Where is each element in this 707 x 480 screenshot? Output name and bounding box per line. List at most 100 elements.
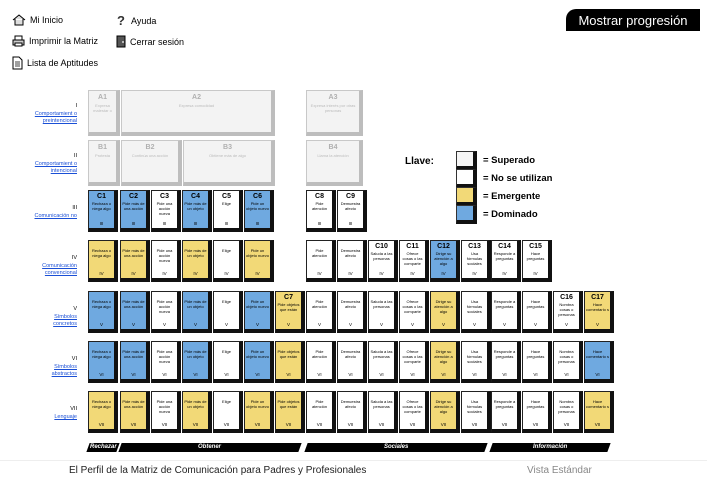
matrix-cell-c6-vi[interactable]: Pide un objeto nuevo VI bbox=[244, 341, 274, 383]
matrix-cell-c7-v[interactable]: C7 Pide objetos que están V bbox=[275, 291, 305, 333]
matrix-cell-c6-iii[interactable]: C6 Pide un objeto nuevo III bbox=[244, 190, 274, 232]
skills-list-link[interactable]: Lista de Aptitudes bbox=[12, 56, 98, 70]
help-link[interactable]: ? Ayuda bbox=[116, 14, 156, 27]
level-2-label[interactable]: Comportamient o intencional bbox=[35, 161, 77, 174]
show-progression-button[interactable]: Mostrar progresión bbox=[566, 9, 700, 31]
matrix-cell-c12-vi[interactable]: Dirige su atención a algo VI bbox=[430, 341, 460, 383]
matrix-cell-c11-iv[interactable]: C11 Ofrece cosas o las comparte IV bbox=[399, 240, 429, 282]
ghost-cell-b1[interactable]: B1 Protesta bbox=[88, 140, 120, 186]
matrix-cell-c15-v[interactable]: Hace preguntas V bbox=[522, 291, 552, 333]
matrix-cell-c14-iv[interactable]: C14 Responde a preguntas IV bbox=[491, 240, 521, 282]
matrix-cell-c13-vii[interactable]: Usa fórmulas sociales VII bbox=[461, 391, 491, 433]
matrix-cell-c12-vii[interactable]: Dirige su atención a algo VII bbox=[430, 391, 460, 433]
matrix-cell-c9-vi[interactable]: Demuestra afecto VI bbox=[337, 341, 367, 383]
matrix-cell-c5-vii[interactable]: Elige VII bbox=[213, 391, 243, 433]
matrix-cell-c14-vi[interactable]: Responde a preguntas VI bbox=[491, 341, 521, 383]
level-5-link[interactable]: V Símbolos concretos bbox=[33, 306, 77, 328]
logout-link[interactable]: Cerrar sesión bbox=[116, 35, 184, 48]
level-3-link[interactable]: III Comunicación no bbox=[33, 205, 78, 220]
matrix-cell-c12-v[interactable]: Dirige su atención a algo V bbox=[430, 291, 460, 333]
matrix-cell-c10-vi[interactable]: Saluda a las personas VI bbox=[368, 341, 398, 383]
matrix-cell-c4-iii[interactable]: C4 Pide más de un objeto III bbox=[182, 190, 212, 232]
matrix-cell-c4-iv[interactable]: Pide más de un objeto IV bbox=[182, 240, 212, 282]
level-1-link[interactable]: I Comportamient o preintencional bbox=[33, 103, 77, 125]
matrix-cell-c13-vi[interactable]: Usa fórmulas sociales VI bbox=[461, 341, 491, 383]
ghost-cell-a3[interactable]: A3 Expresa interés por otras personas bbox=[306, 90, 363, 136]
matrix-cell-c9-v[interactable]: Demuestra afecto V bbox=[337, 291, 367, 333]
print-matrix-link[interactable]: Imprimir la Matriz bbox=[12, 35, 98, 47]
matrix-cell-c10-iv[interactable]: C10 Saluda a las personas IV bbox=[368, 240, 398, 282]
matrix-cell-c8-iii[interactable]: C8 Pide atención III bbox=[306, 190, 336, 232]
matrix-cell-c2-iv[interactable]: Pide más de una acción IV bbox=[120, 240, 150, 282]
level-6-link[interactable]: VI Símbolos abstractos bbox=[33, 356, 77, 378]
matrix-cell-c5-iii[interactable]: C5 Elige III bbox=[213, 190, 243, 232]
ghost-cell-a1[interactable]: A1 Expresa malestar o bbox=[88, 90, 120, 136]
matrix-cell-c3-iv[interactable]: Pide una acción nueva IV bbox=[151, 240, 181, 282]
ghost-cell-b2[interactable]: B2 Continúa una acción bbox=[121, 140, 182, 186]
level-2-link[interactable]: II Comportamient o intencional bbox=[33, 153, 77, 175]
standard-view-link[interactable]: Vista Estándar bbox=[527, 465, 592, 476]
matrix-cell-c8-vii[interactable]: Pide atención VII bbox=[306, 391, 336, 433]
matrix-cell-c3-v[interactable]: Pide una acción nueva V bbox=[151, 291, 181, 333]
matrix-cell-c6-vii[interactable]: Pide un objeto nuevo VII bbox=[244, 391, 274, 433]
matrix-cell-c1-v[interactable]: Rechaza o niega algo V bbox=[88, 291, 118, 333]
matrix-cell-c5-v[interactable]: Elige V bbox=[213, 291, 243, 333]
matrix-cell-c11-vii[interactable]: Ofrece cosas o las comparte VII bbox=[399, 391, 429, 433]
matrix-cell-c14-vii[interactable]: Responde a preguntas VII bbox=[491, 391, 521, 433]
home-link[interactable]: Mi Inicio bbox=[12, 14, 63, 26]
level-3-label[interactable]: Comunicación no bbox=[35, 213, 78, 219]
matrix-cell-c5-vi[interactable]: Elige VI bbox=[213, 341, 243, 383]
matrix-cell-c17-vi[interactable]: Hace comentario s VI bbox=[584, 341, 614, 383]
matrix-cell-c11-v[interactable]: Ofrece cosas o las comparte V bbox=[399, 291, 429, 333]
matrix-cell-c3-vi[interactable]: Pide una acción nueva VI bbox=[151, 341, 181, 383]
level-4-label[interactable]: Comunicación convencional bbox=[42, 263, 77, 276]
matrix-cell-c10-vii[interactable]: Saluda a las personas VII bbox=[368, 391, 398, 433]
matrix-cell-c2-v[interactable]: Pide más de una acción V bbox=[120, 291, 150, 333]
matrix-cell-c4-vii[interactable]: Pide más de un objeto VII bbox=[182, 391, 212, 433]
level-7-label[interactable]: Lenguaje bbox=[54, 414, 77, 420]
matrix-cell-c9-iii[interactable]: C9 Demuestra afecto III bbox=[337, 190, 367, 232]
matrix-cell-c10-v[interactable]: Saluda a las personas V bbox=[368, 291, 398, 333]
ghost-cell-b3[interactable]: B3 Obtiene más de algo bbox=[183, 140, 275, 186]
matrix-cell-c1-vii[interactable]: Rechaza o niega algo VII bbox=[88, 391, 118, 433]
matrix-cell-c8-vi[interactable]: Pide atención VI bbox=[306, 341, 336, 383]
matrix-cell-c6-iv[interactable]: Pide un objeto nuevo IV bbox=[244, 240, 274, 282]
matrix-cell-c3-vii[interactable]: Pide una acción nueva VII bbox=[151, 391, 181, 433]
matrix-cell-c3-iii[interactable]: C3 Pide una acción nueva III bbox=[151, 190, 181, 232]
matrix-cell-c15-vii[interactable]: Hace preguntas VII bbox=[522, 391, 552, 433]
matrix-cell-c11-vi[interactable]: Ofrece cosas o las comparte VI bbox=[399, 341, 429, 383]
matrix-cell-c1-iii[interactable]: C1 Rechaza o niega algo III bbox=[88, 190, 118, 232]
matrix-cell-c7-vi[interactable]: Pide objetos que están VI bbox=[275, 341, 305, 383]
matrix-cell-c6-v[interactable]: Pide un objeto nuevo V bbox=[244, 291, 274, 333]
matrix-cell-c16-vii[interactable]: Nombra cosas o personas VII bbox=[553, 391, 583, 433]
matrix-cell-c14-v[interactable]: Responde a preguntas V bbox=[491, 291, 521, 333]
level-5-label[interactable]: Símbolos concretos bbox=[53, 314, 77, 327]
matrix-cell-c1-vi[interactable]: Rechaza o niega algo VI bbox=[88, 341, 118, 383]
matrix-cell-c4-v[interactable]: Pide más de un objeto V bbox=[182, 291, 212, 333]
matrix-cell-c17-v[interactable]: C17 Hace comentario s V bbox=[584, 291, 614, 333]
matrix-cell-c7-vii[interactable]: Pide objetos que están VII bbox=[275, 391, 305, 433]
matrix-cell-c13-v[interactable]: Usa fórmulas sociales V bbox=[461, 291, 491, 333]
level-4-link[interactable]: IV Comunicación convencional bbox=[33, 255, 77, 277]
matrix-cell-c9-iv[interactable]: Demuestra afecto IV bbox=[337, 240, 367, 282]
matrix-cell-c15-vi[interactable]: Hace preguntas VI bbox=[522, 341, 552, 383]
ghost-cell-a2[interactable]: A2 Expresa comodidad bbox=[121, 90, 275, 136]
matrix-cell-c4-vi[interactable]: Pide más de un objeto VI bbox=[182, 341, 212, 383]
matrix-cell-c2-iii[interactable]: C2 Pide más de una acción III bbox=[120, 190, 150, 232]
matrix-cell-c8-iv[interactable]: Pide atención IV bbox=[306, 240, 336, 282]
matrix-cell-c15-iv[interactable]: C15 Hace preguntas IV bbox=[522, 240, 552, 282]
matrix-cell-c16-v[interactable]: C16 Nombra cosas o personas V bbox=[553, 291, 583, 333]
matrix-cell-c1-iv[interactable]: Rechaza o niega algo IV bbox=[88, 240, 118, 282]
level-6-label[interactable]: Símbolos abstractos bbox=[52, 364, 77, 377]
matrix-cell-c16-vi[interactable]: Nombra cosas o personas VI bbox=[553, 341, 583, 383]
matrix-cell-c5-iv[interactable]: Elige IV bbox=[213, 240, 243, 282]
matrix-cell-c8-v[interactable]: Pide atención V bbox=[306, 291, 336, 333]
ghost-cell-b4[interactable]: B4 Llama la atención bbox=[306, 140, 363, 186]
matrix-cell-c12-iv[interactable]: C12 Dirige su atención a algo IV bbox=[430, 240, 460, 282]
matrix-cell-c2-vi[interactable]: Pide más de una acción VI bbox=[120, 341, 150, 383]
level-7-link[interactable]: VII Lenguaje bbox=[33, 406, 77, 421]
matrix-cell-c13-iv[interactable]: C13 Usa fórmulas sociales IV bbox=[461, 240, 491, 282]
matrix-cell-c17-vii[interactable]: Hace comentario s VII bbox=[584, 391, 614, 433]
matrix-cell-c2-vii[interactable]: Pide más de una acción VII bbox=[120, 391, 150, 433]
matrix-cell-c9-vii[interactable]: Demuestra afecto VII bbox=[337, 391, 367, 433]
